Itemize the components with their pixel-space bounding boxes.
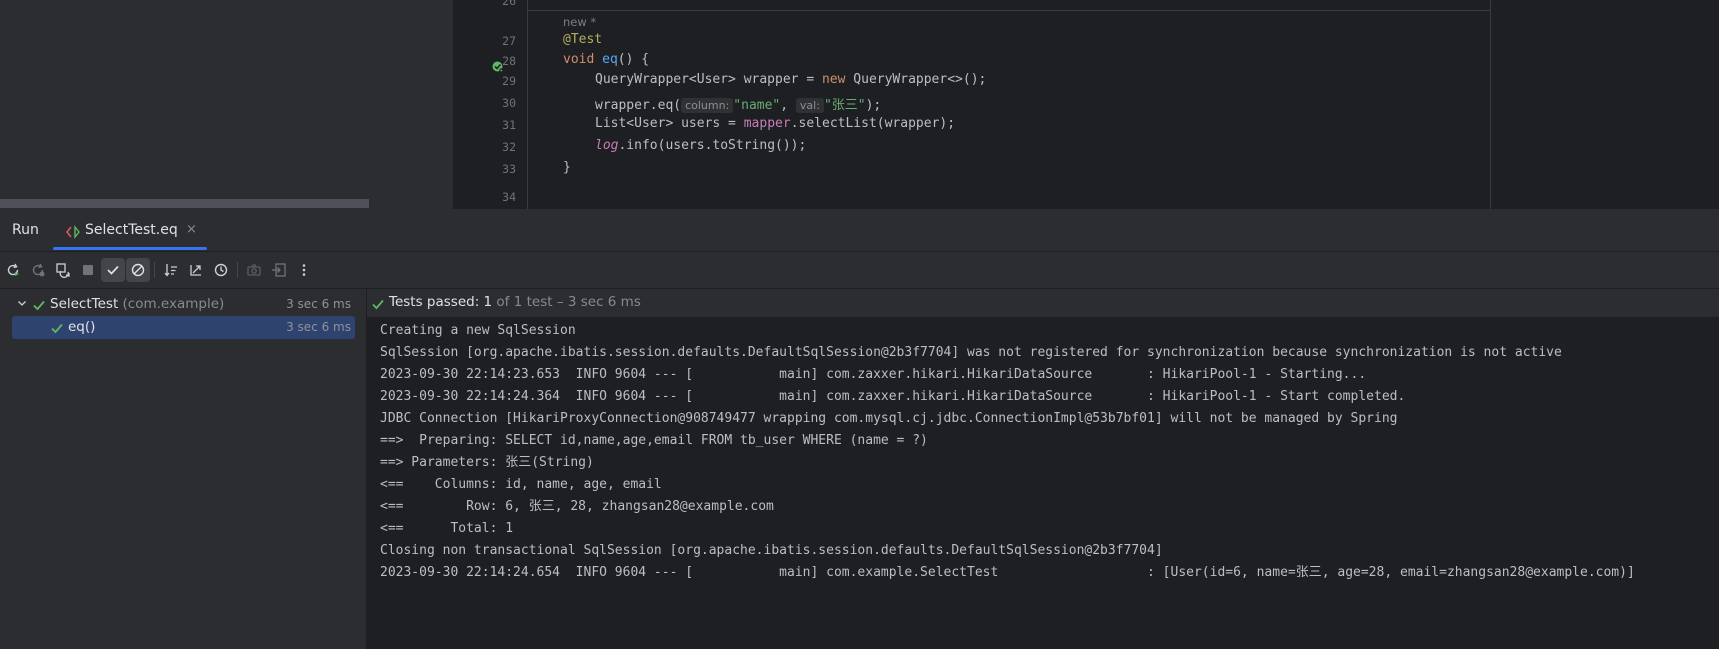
active-tab-indicator (53, 247, 207, 250)
console-output[interactable]: Tests passed: 1 of 1 test – 3 sec 6 ms C… (367, 289, 1719, 649)
show-ignored-icon[interactable] (126, 258, 150, 282)
code-line-29[interactable]: QueryWrapper<User> wrapper = new QueryWr… (595, 72, 986, 87)
field-reference: mapper (743, 116, 791, 131)
test-method-name: eq() (68, 319, 96, 335)
line-number: 34 (502, 190, 516, 204)
tree-node-selecttest[interactable]: SelectTest (com.example) 3 sec 6 ms (12, 293, 355, 316)
console-line: <== Total: 1 (380, 521, 514, 536)
code-text: List<User> users = (595, 116, 744, 131)
tab-label[interactable]: SelectTest.eq (85, 222, 178, 238)
show-passed-icon[interactable] (101, 258, 125, 282)
console-line: JDBC Connection [HikariProxyConnection@9… (380, 411, 1398, 426)
code-line-31[interactable]: List<User> users = mapper.selectList(wra… (595, 116, 955, 131)
keyword: void (563, 52, 595, 67)
inlay-author-hint: new * (563, 15, 597, 29)
code-line-32[interactable]: log.info(users.toString()); (595, 138, 806, 153)
code-text: () { (617, 52, 650, 67)
run-test-gutter-icon[interactable] (492, 58, 504, 73)
test-results-tree: SelectTest (com.example) 3 sec 6 ms eq()… (0, 289, 367, 649)
tree-node-label: SelectTest (com.example) (50, 296, 224, 312)
code-text: QueryWrapper<>(); (845, 72, 987, 87)
console-line: 2023-09-30 22:14:24.654 INFO 9604 --- [ … (380, 565, 1635, 580)
toolbar-separator (154, 262, 155, 278)
tests-summary: of 1 test – 3 sec 6 ms (496, 294, 641, 310)
line-number: 33 (502, 162, 516, 176)
line-number: 30 (502, 96, 516, 110)
console-line: Creating a new SqlSession (380, 323, 576, 338)
test-class-name: SelectTest (50, 296, 119, 312)
code-text: QueryWrapper<User> wrapper = (595, 72, 822, 87)
rerun-icon[interactable] (1, 258, 25, 282)
console-line: <== Columns: id, name, age, email (380, 477, 662, 492)
project-tool-window (0, 0, 453, 209)
parameter-hint: val: (795, 98, 824, 113)
console-line: 2023-09-30 22:14:23.653 INFO 9604 --- [ … (380, 367, 1367, 382)
console-log: Creating a new SqlSession SqlSession [or… (380, 320, 1635, 584)
console-line: Closing non transactional SqlSession [or… (380, 543, 1163, 558)
run-tab-bar: Run SelectTest.eq × (0, 209, 1719, 252)
line-number: 29 (502, 74, 516, 88)
sort-alphabetically-icon[interactable] (159, 258, 183, 282)
parameter-hint: column: (681, 98, 734, 113)
console-line: ==> Parameters: 张三(String) (380, 455, 594, 470)
test-status-bar: Tests passed: 1 of 1 test – 3 sec 6 ms (367, 289, 1719, 318)
line-number: 32 (502, 140, 516, 154)
test-status-text: Tests passed: 1 of 1 test – 3 sec 6 ms (389, 294, 641, 310)
test-history-icon[interactable] (209, 258, 233, 282)
close-icon[interactable]: × (186, 222, 197, 237)
run-toolbar (0, 252, 1719, 289)
code-text: ); (865, 98, 882, 113)
tests-passed-label: Tests passed: 1 (389, 294, 493, 310)
stop-icon[interactable] (76, 258, 100, 282)
right-margin-guide (1490, 0, 1491, 209)
console-line: SqlSession [org.apache.ibatis.session.de… (380, 345, 1562, 360)
run-tool-window: Run SelectTest.eq × SelectTest (com.exam… (0, 209, 1719, 649)
annotation: @Test (563, 32, 603, 47)
console-line: ==> Preparing: SELECT id,name,age,email … (380, 433, 928, 448)
string-literal: "张三" (823, 98, 866, 113)
line-number: 31 (502, 118, 516, 132)
line-number: 26 (502, 0, 516, 8)
toolbar-separator (237, 262, 238, 278)
test-duration: 3 sec 6 ms (286, 320, 351, 334)
method-name: eq (602, 52, 618, 67)
code-line-27[interactable]: @Test (563, 32, 602, 47)
test-package-name: (com.example) (122, 296, 225, 312)
code-text: .selectList(wrapper); (790, 116, 956, 131)
code-editor[interactable]: 26 new * 27 @Test 28 void eq() { 29 Quer… (454, 0, 1719, 209)
code-text: wrapper.eq( (595, 98, 682, 113)
console-line: 2023-09-30 22:14:24.364 INFO 9604 --- [ … (380, 389, 1406, 404)
line-number: 28 (502, 54, 516, 68)
code-line-33[interactable]: } (563, 160, 571, 175)
import-tests-icon[interactable] (267, 258, 291, 282)
code-line-30[interactable]: wrapper.eq(column: "name", val: "张三"); (595, 94, 881, 113)
gutter-divider (527, 0, 528, 209)
editor-separator (527, 10, 1490, 11)
camera-icon[interactable] (242, 258, 266, 282)
project-horizontal-scrollbar[interactable] (0, 199, 369, 208)
chevron-down-icon[interactable] (16, 297, 28, 309)
line-number: 27 (502, 34, 516, 48)
tree-node-eq[interactable]: eq() 3 sec 6 ms (12, 316, 355, 339)
run-window-title: Run (12, 222, 39, 238)
passed-check-icon (32, 298, 46, 312)
keyword: new (821, 72, 846, 87)
sort-by-duration-icon[interactable] (184, 258, 208, 282)
test-config-icon (65, 224, 80, 239)
code-text: } (563, 160, 571, 175)
console-line: <== Row: 6, 张三, 28, zhangsan28@example.c… (380, 499, 774, 514)
toggle-auto-test-icon[interactable] (51, 258, 75, 282)
rerun-failed-icon[interactable] (26, 258, 50, 282)
field-reference: log (595, 138, 619, 153)
code-line-28[interactable]: void eq() { (563, 52, 649, 67)
string-literal: "name" (733, 98, 781, 113)
test-duration: 3 sec 6 ms (286, 297, 351, 311)
passed-check-icon (371, 296, 385, 310)
code-text: .info(users.toString()); (618, 138, 807, 153)
code-text: , (780, 98, 796, 113)
more-options-icon[interactable] (292, 258, 316, 282)
passed-check-icon (50, 321, 64, 335)
